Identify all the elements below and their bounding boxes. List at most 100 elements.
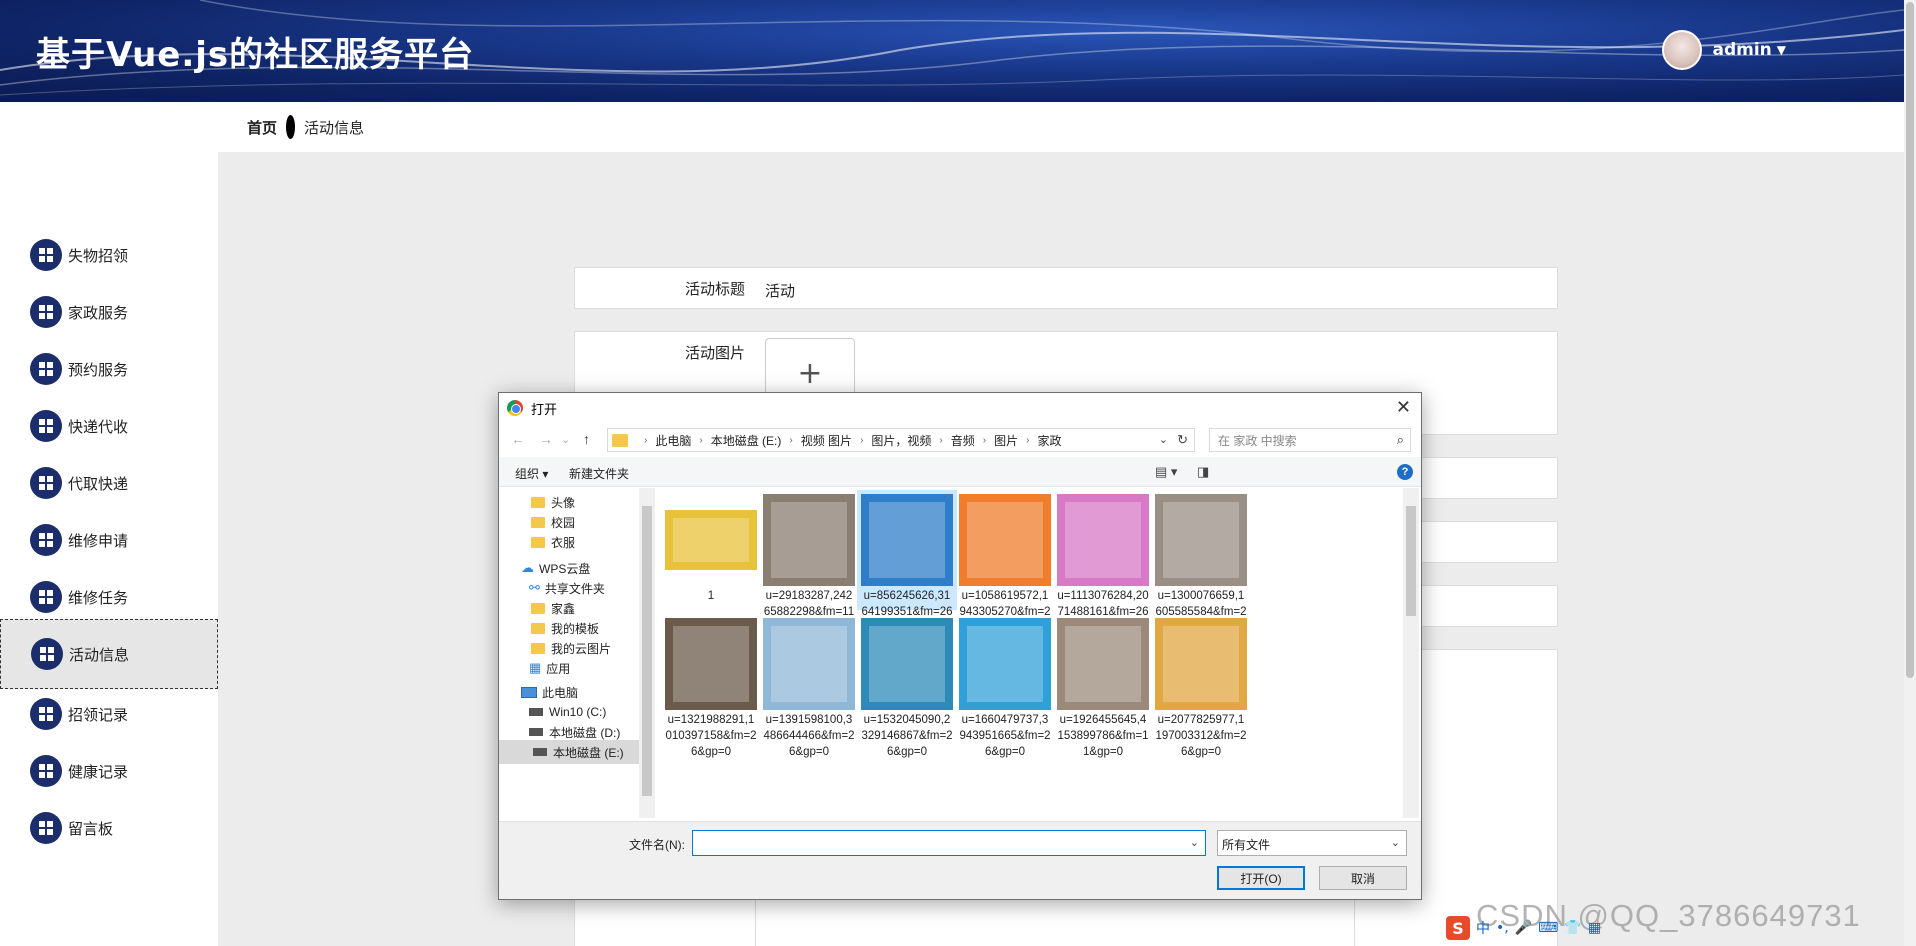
file-item[interactable]: u=2077825977,1197003312&fm=26&gp=0 (1151, 614, 1251, 758)
preview-pane-icon[interactable]: ◨ (1197, 464, 1209, 480)
file-item[interactable]: u=1391598100,3486644466&fm=26&gp=0 (759, 614, 859, 758)
grid-icon (31, 638, 63, 670)
tree-scrollbar[interactable] (639, 488, 655, 818)
tree-item[interactable]: ▦ 应用 (529, 656, 570, 680)
image-thumbnail (959, 494, 1051, 586)
file-item[interactable]: u=1926455645,4153899786&fm=11&gp=0 (1053, 614, 1153, 758)
open-button[interactable]: 打开(O) (1217, 866, 1305, 890)
grid-icon[interactable]: ▦ (1588, 920, 1601, 936)
recent-dropdown-icon[interactable]: ⌄ (561, 433, 570, 446)
chevron-right-icon[interactable]: › (789, 435, 792, 446)
file-item[interactable]: u=856245626,3164199351&fm=26&gp=0 (857, 490, 957, 634)
new-folder-button[interactable]: 新建文件夹 (569, 465, 629, 482)
image-thumbnail (665, 618, 757, 710)
tree-item-label: 头像 (551, 495, 576, 510)
search-placeholder: 在 家政 中搜索 (1218, 433, 1297, 448)
close-icon[interactable]: ✕ (1396, 397, 1411, 418)
chevron-right-icon[interactable]: › (939, 435, 942, 446)
page-scrollbar[interactable] (1904, 0, 1916, 946)
filetype-select[interactable]: 所有文件 ⌄ (1217, 830, 1407, 856)
user-name: admin (1712, 40, 1772, 60)
image-thumbnail (763, 494, 855, 586)
breadcrumb-home[interactable]: 首页 (247, 117, 277, 138)
chevron-down-icon[interactable]: ⌄ (1159, 433, 1168, 446)
dialog-title: 打开 (531, 401, 558, 417)
ime-mode-icon[interactable]: 中 (1476, 918, 1490, 938)
sidebar-item-label: 活动信息 (69, 645, 130, 664)
file-name: u=2077825977,1197003312&fm=26&gp=0 (1155, 714, 1247, 758)
address-segment[interactable]: 此电脑 (655, 432, 691, 449)
drive-icon (529, 728, 543, 736)
view-options-icon[interactable]: ▤ ▾ (1155, 464, 1177, 480)
file-item[interactable]: u=1532045090,2329146867&fm=26&gp=0 (857, 614, 957, 758)
chevron-right-icon[interactable]: › (1026, 435, 1029, 446)
address-segment[interactable]: 视频 图片 (801, 432, 852, 449)
ime-punct-icon[interactable]: •, (1496, 920, 1509, 936)
tree-item-label: 校园 (551, 515, 576, 530)
dialog-titlebar[interactable]: 打开 ✕ (499, 393, 1421, 423)
file-name: u=1660479737,3943951665&fm=26&gp=0 (959, 714, 1051, 758)
help-icon[interactable]: ? (1397, 464, 1413, 480)
skin-icon[interactable]: 👕 (1564, 920, 1581, 936)
breadcrumb: 首页 活动信息 (218, 102, 1904, 152)
filename-input[interactable]: ⌄ (692, 830, 1206, 856)
grid-icon (30, 353, 62, 385)
file-item[interactable]: u=1113076284,2071488161&fm=26&gp=0 (1053, 490, 1153, 634)
address-segment[interactable]: 图片 (994, 432, 1018, 449)
chevron-right-icon[interactable]: › (983, 435, 986, 446)
file-item[interactable]: u=1321988291,1010397158&fm=26&gp=0 (661, 614, 761, 758)
chevron-right-icon[interactable]: › (644, 435, 647, 446)
tree-item-label: 衣服 (551, 535, 576, 550)
address-segment[interactable]: 本地磁盘 (E:) (711, 432, 782, 449)
tree-item[interactable]: 衣服 (531, 530, 575, 554)
chevron-down-icon[interactable]: ⌄ (1190, 836, 1199, 849)
folder-icon (531, 642, 545, 654)
sidebar-item-label: 维修任务 (68, 588, 129, 607)
keyboard-icon[interactable]: ⌨ (1538, 920, 1558, 936)
search-icon[interactable]: ⌕ (1397, 432, 1404, 448)
sidebar-item-label: 招领记录 (68, 705, 129, 724)
file-item[interactable]: u=1300076659,1605585584&fm=26&gp=0 (1151, 490, 1251, 634)
sidebar-item-label: 失物招领 (68, 246, 129, 265)
file-item[interactable]: u=29183287,24265882298&fm=11&gp=0 (759, 490, 859, 634)
address-segment[interactable]: 图片，视频 (871, 432, 931, 449)
search-input[interactable]: 在 家政 中搜索 ⌕ (1209, 428, 1411, 452)
title-input[interactable]: 活动 (765, 280, 795, 301)
address-bar[interactable]: › 此电脑 › 本地磁盘 (E:) › 视频 图片 › 图片，视频 › 音频 › 图片 › 家政 ⌄ ↻ (607, 428, 1195, 452)
breadcrumb-separator-icon (286, 115, 296, 139)
image-thumbnail (763, 618, 855, 710)
file-name: 1 (707, 590, 715, 602)
ime-toolbar[interactable]: S 中 •, 🎤 ⌨ 👕 ▦ (1446, 914, 1646, 942)
forward-arrow-icon[interactable]: → (539, 431, 553, 447)
computer-icon (521, 686, 537, 698)
cancel-button[interactable]: 取消 (1319, 866, 1407, 890)
tree-item[interactable]: 本地磁盘 (E:) (499, 740, 639, 764)
grid-icon (30, 698, 62, 730)
organize-button[interactable]: 组织 ▾ (515, 465, 548, 482)
caret-down-icon: ▼ (1776, 43, 1786, 57)
address-segment[interactable]: 家政 (1037, 432, 1061, 449)
title-label: 活动标题 (684, 280, 745, 298)
tree-item-label: 此电脑 (542, 685, 579, 700)
file-item[interactable]: u=1660479737,3943951665&fm=26&gp=0 (955, 614, 1055, 758)
plus-icon: + (797, 356, 823, 391)
file-item[interactable]: 1 (661, 490, 761, 610)
image-thumbnail (861, 618, 953, 710)
address-segment[interactable]: 音频 (951, 432, 975, 449)
user-menu[interactable]: admin ▼ (1662, 30, 1786, 70)
mic-icon[interactable]: 🎤 (1515, 920, 1532, 936)
back-arrow-icon[interactable]: ← (511, 431, 525, 447)
sidebar-item[interactable]: 留言板 (0, 793, 218, 863)
grid-icon (30, 239, 62, 271)
chrome-icon (507, 400, 523, 416)
files-scrollbar[interactable] (1403, 488, 1419, 818)
chevron-right-icon[interactable]: › (860, 435, 863, 446)
breadcrumb-current: 活动信息 (304, 118, 365, 137)
up-arrow-icon[interactable]: ↑ (583, 431, 590, 447)
tree-item-label: 家鑫 (551, 601, 576, 616)
file-item[interactable]: u=1058619572,1943305270&fm=26&gp=0 (955, 490, 1055, 634)
refresh-icon[interactable]: ↻ (1177, 432, 1188, 448)
chevron-right-icon[interactable]: › (699, 435, 702, 446)
file-list: 1 u=29183287,24265882298&fm=11&gp=0u=8562… (659, 488, 1399, 818)
grid-icon (30, 755, 62, 787)
